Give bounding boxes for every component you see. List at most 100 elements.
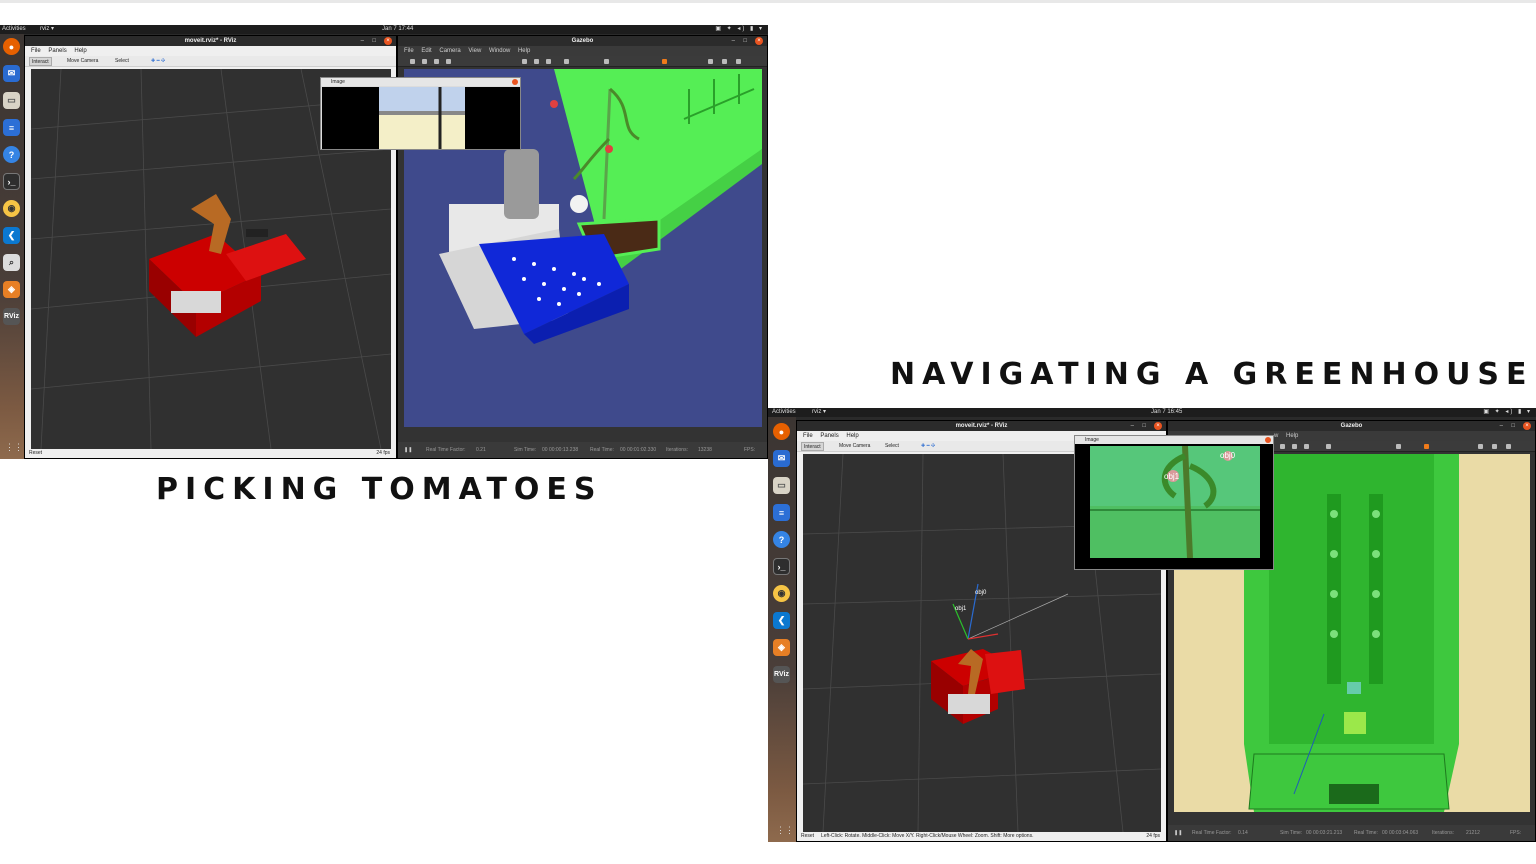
snap-icon[interactable] [1424, 444, 1429, 449]
rviz-icon[interactable]: RViz [3, 308, 20, 325]
app-menu[interactable]: rviz ▾ [812, 408, 826, 417]
terminal-icon[interactable]: ›_ [3, 173, 20, 190]
help-icon[interactable]: ? [3, 146, 20, 163]
close-icon[interactable] [512, 79, 518, 85]
rhythmbox-icon[interactable]: ◉ [773, 585, 790, 602]
sim-time-value: 00 00:03:21.213 [1306, 830, 1343, 836]
cylinder-shape-icon[interactable] [1304, 444, 1309, 449]
activities-button[interactable]: Activities [2, 25, 26, 34]
menu-panels[interactable]: Panels [48, 48, 66, 54]
reset-button[interactable]: Reset [801, 832, 814, 841]
rhythmbox-icon[interactable]: ◉ [3, 200, 20, 217]
align-icon[interactable] [604, 59, 609, 64]
obj0-detection-label: obj0 [1220, 451, 1236, 460]
files-icon[interactable]: ▭ [3, 92, 20, 109]
layers-icon[interactable]: ◈ [3, 281, 20, 298]
add-icon[interactable]: ✚ ━ ✣ [149, 57, 167, 66]
rviz-statusbar: Reset 24 fps [25, 449, 396, 458]
box-shape-icon[interactable] [1280, 444, 1285, 449]
pause-icon[interactable]: ❚❚ [1174, 825, 1182, 841]
system-tray-icon[interactable]: ▣ ✦ ◂) ▮ ▾ [715, 25, 764, 34]
align-icon[interactable] [1396, 444, 1401, 449]
minimize-icon[interactable]: – [1500, 422, 1503, 430]
files-icon[interactable]: ▭ [773, 477, 790, 494]
translate-tool-icon[interactable] [422, 59, 427, 64]
sphere-shape-icon[interactable] [1292, 444, 1297, 449]
maximize-icon[interactable]: □ [743, 37, 747, 45]
screenshot-icon[interactable] [1478, 444, 1483, 449]
menu-window[interactable]: w [1274, 433, 1278, 439]
system-tray-icon[interactable]: ▣ ✦ ◂) ▮ ▾ [1483, 408, 1532, 417]
light-icon[interactable] [564, 59, 569, 64]
minimize-icon[interactable]: – [361, 37, 364, 45]
image-panel[interactable]: Image [320, 77, 521, 150]
menu-help[interactable]: Help [846, 433, 858, 439]
menu-file[interactable]: File [404, 48, 414, 54]
thunderbird-icon[interactable]: ✉ [3, 65, 20, 82]
box-shape-icon[interactable] [522, 59, 527, 64]
maximize-icon[interactable]: □ [1142, 422, 1146, 430]
cylinder-shape-icon[interactable] [546, 59, 551, 64]
vscode-icon[interactable]: ❮ [3, 227, 20, 244]
reset-button[interactable]: Reset [29, 449, 42, 458]
menu-help[interactable]: Help [518, 48, 530, 54]
menu-help[interactable]: Help [1286, 433, 1298, 439]
move-camera-button[interactable]: Move Camera [837, 442, 872, 451]
writer-icon[interactable]: ≡ [3, 119, 20, 136]
maximize-icon[interactable]: □ [1511, 422, 1515, 430]
menu-camera[interactable]: Camera [439, 48, 460, 54]
rviz-icon[interactable]: RViz [773, 666, 790, 683]
menu-edit[interactable]: Edit [421, 48, 431, 54]
writer-icon[interactable]: ≡ [773, 504, 790, 521]
rotate-tool-icon[interactable] [434, 59, 439, 64]
close-icon[interactable] [1265, 437, 1271, 443]
clock[interactable]: Jan 7 16:45 [1151, 408, 1182, 417]
menu-file[interactable]: File [803, 433, 813, 439]
move-camera-button[interactable]: Move Camera [65, 57, 100, 66]
activities-button[interactable]: Activities [772, 408, 796, 417]
minimize-icon[interactable]: – [732, 37, 735, 45]
screenshot-icon[interactable] [708, 59, 713, 64]
close-icon[interactable]: × [755, 37, 763, 45]
plot-icon[interactable] [736, 59, 741, 64]
show-apps-icon[interactable]: ⋮⋮⋮ [5, 441, 32, 453]
sphere-shape-icon[interactable] [534, 59, 539, 64]
thunderbird-icon[interactable]: ✉ [773, 450, 790, 467]
log-icon[interactable] [1492, 444, 1497, 449]
plot-icon[interactable] [1506, 444, 1511, 449]
menu-window[interactable]: Window [489, 48, 510, 54]
menu-file[interactable]: File [31, 48, 41, 54]
close-icon[interactable]: × [1154, 422, 1162, 430]
log-icon[interactable] [722, 59, 727, 64]
app-menu[interactable]: rviz ▾ [40, 25, 54, 34]
select-button[interactable]: Select [113, 57, 131, 66]
menu-help[interactable]: Help [74, 48, 86, 54]
pause-icon[interactable]: ❚❚ [404, 442, 412, 458]
add-icon[interactable]: ✚ ━ ✣ [919, 442, 937, 451]
clock[interactable]: Jan 7 17:44 [382, 25, 413, 34]
menu-view[interactable]: View [468, 48, 481, 54]
firefox-icon[interactable]: ● [3, 38, 20, 55]
layers-icon[interactable]: ◈ [773, 639, 790, 656]
minimize-icon[interactable]: – [1131, 422, 1134, 430]
snap-icon[interactable] [662, 59, 667, 64]
show-apps-icon[interactable]: ⋮⋮⋮ [776, 824, 803, 836]
light-icon[interactable] [1326, 444, 1331, 449]
search-icon[interactable]: ⌕ [3, 254, 20, 271]
image-panel[interactable]: Image obj1 obj0 [1074, 435, 1274, 570]
close-icon[interactable]: × [384, 37, 392, 45]
firefox-icon[interactable]: ● [773, 423, 790, 440]
scale-tool-icon[interactable] [446, 59, 451, 64]
vscode-icon[interactable]: ❮ [773, 612, 790, 629]
interact-button[interactable]: Interact [801, 442, 824, 451]
select-tool-icon[interactable] [410, 59, 415, 64]
sim-time-label: Sim Time: [514, 447, 537, 453]
close-icon[interactable]: × [1523, 422, 1531, 430]
menu-panels[interactable]: Panels [820, 433, 838, 439]
help-icon[interactable]: ? [773, 531, 790, 548]
terminal-icon[interactable]: ›_ [773, 558, 790, 575]
real-time-value: 00 00:01:02.330 [620, 447, 657, 453]
select-button[interactable]: Select [883, 442, 901, 451]
interact-button[interactable]: Interact [29, 57, 52, 66]
maximize-icon[interactable]: □ [372, 37, 376, 45]
